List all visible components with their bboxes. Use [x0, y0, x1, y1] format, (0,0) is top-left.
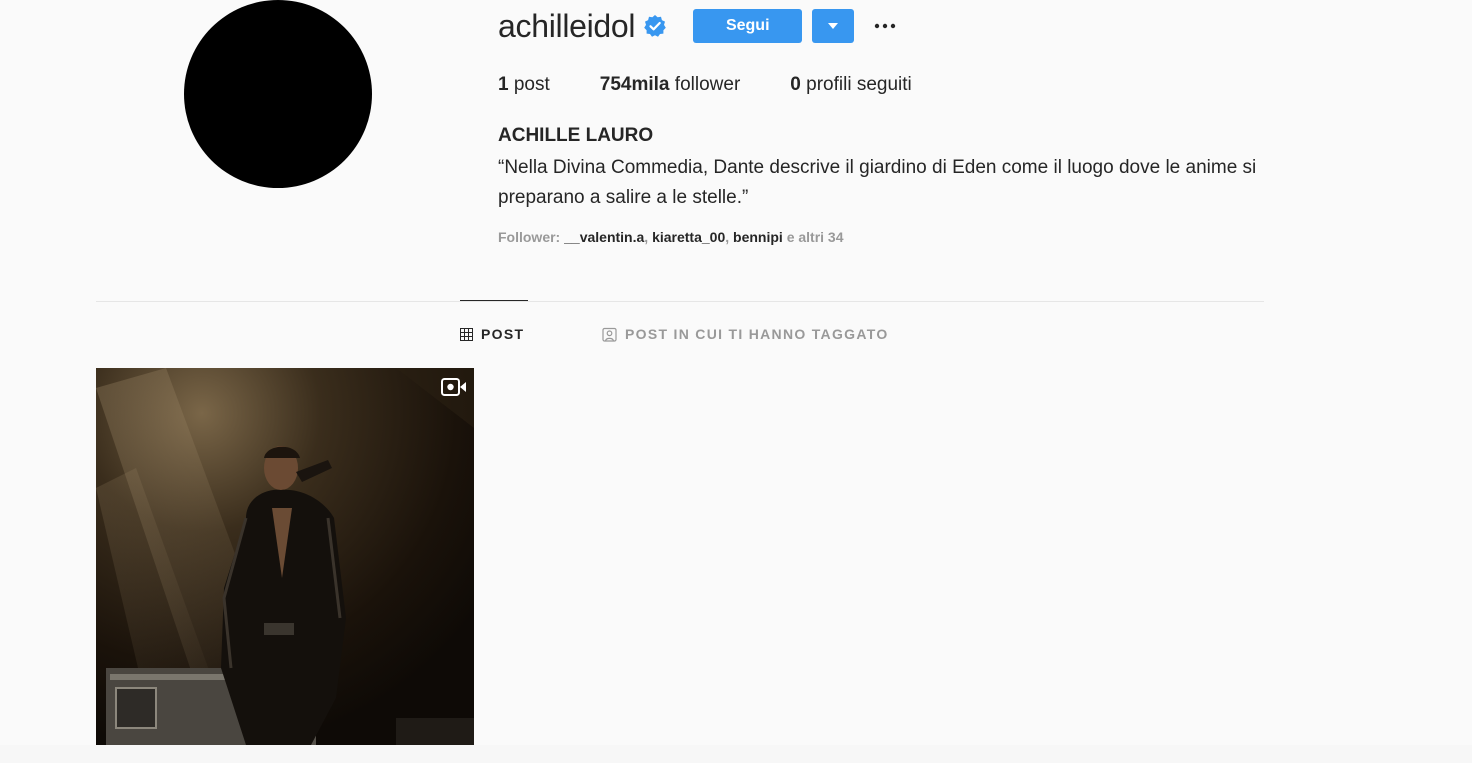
follower-link[interactable]: kiaretta_00 — [652, 229, 725, 245]
posts-count: 1 — [498, 74, 509, 95]
post-thumbnail[interactable] — [96, 368, 474, 745]
following-count: 0 — [790, 74, 801, 95]
post-photo — [96, 368, 474, 745]
caret-down-icon — [828, 23, 839, 29]
profile-page: achilleidol Segui 1 post 754mila followe… — [0, 0, 1472, 763]
more-options-button[interactable] — [872, 13, 898, 39]
profile-stats: 1 post 754mila follower 0 profili seguit… — [498, 74, 962, 96]
posts-label: post — [513, 74, 550, 95]
followers-stat[interactable]: 754mila follower — [600, 74, 741, 96]
tab-posts-label: POST — [481, 326, 525, 342]
followed-by-line: Follower: __valentin.a, kiaretta_00, ben… — [498, 229, 844, 245]
profile-header-row: achilleidol Segui — [498, 4, 898, 48]
grid-icon — [460, 327, 473, 341]
tab-tagged-label: POST IN CUI TI HANNO TAGGATO — [625, 326, 889, 342]
tab-posts[interactable]: POST — [460, 326, 524, 342]
following-stat[interactable]: 0 profili seguiti — [790, 74, 911, 96]
page-bottom-edge — [0, 745, 1472, 763]
video-icon — [441, 378, 467, 401]
tab-tagged[interactable]: POST IN CUI TI HANNO TAGGATO — [602, 326, 889, 342]
posts-count-stat: 1 post — [498, 74, 550, 96]
section-divider — [96, 301, 1264, 302]
followers-label: follower — [674, 74, 741, 95]
following-label: profili seguiti — [806, 74, 912, 95]
follower-link[interactable]: bennipi — [733, 229, 783, 245]
active-tab-indicator — [460, 300, 528, 301]
follower-link[interactable]: __valentin.a — [564, 229, 644, 245]
verified-badge-icon — [643, 14, 667, 38]
profile-avatar[interactable] — [184, 0, 372, 188]
followed-by-others[interactable]: e altri 34 — [787, 229, 844, 245]
tagged-user-icon — [602, 327, 617, 342]
followers-count: 754mila — [599, 74, 670, 95]
follow-button[interactable]: Segui — [693, 9, 803, 43]
profile-username: achilleidol — [498, 7, 636, 44]
ellipsis-icon — [875, 23, 896, 29]
suggestions-dropdown-button[interactable] — [812, 9, 855, 43]
followed-by-prefix: Follower: — [498, 229, 561, 245]
profile-bio: “Nella Divina Commedia, Dante descrive i… — [498, 157, 1257, 208]
profile-full-name: ACHILLE LAURO — [498, 125, 654, 146]
